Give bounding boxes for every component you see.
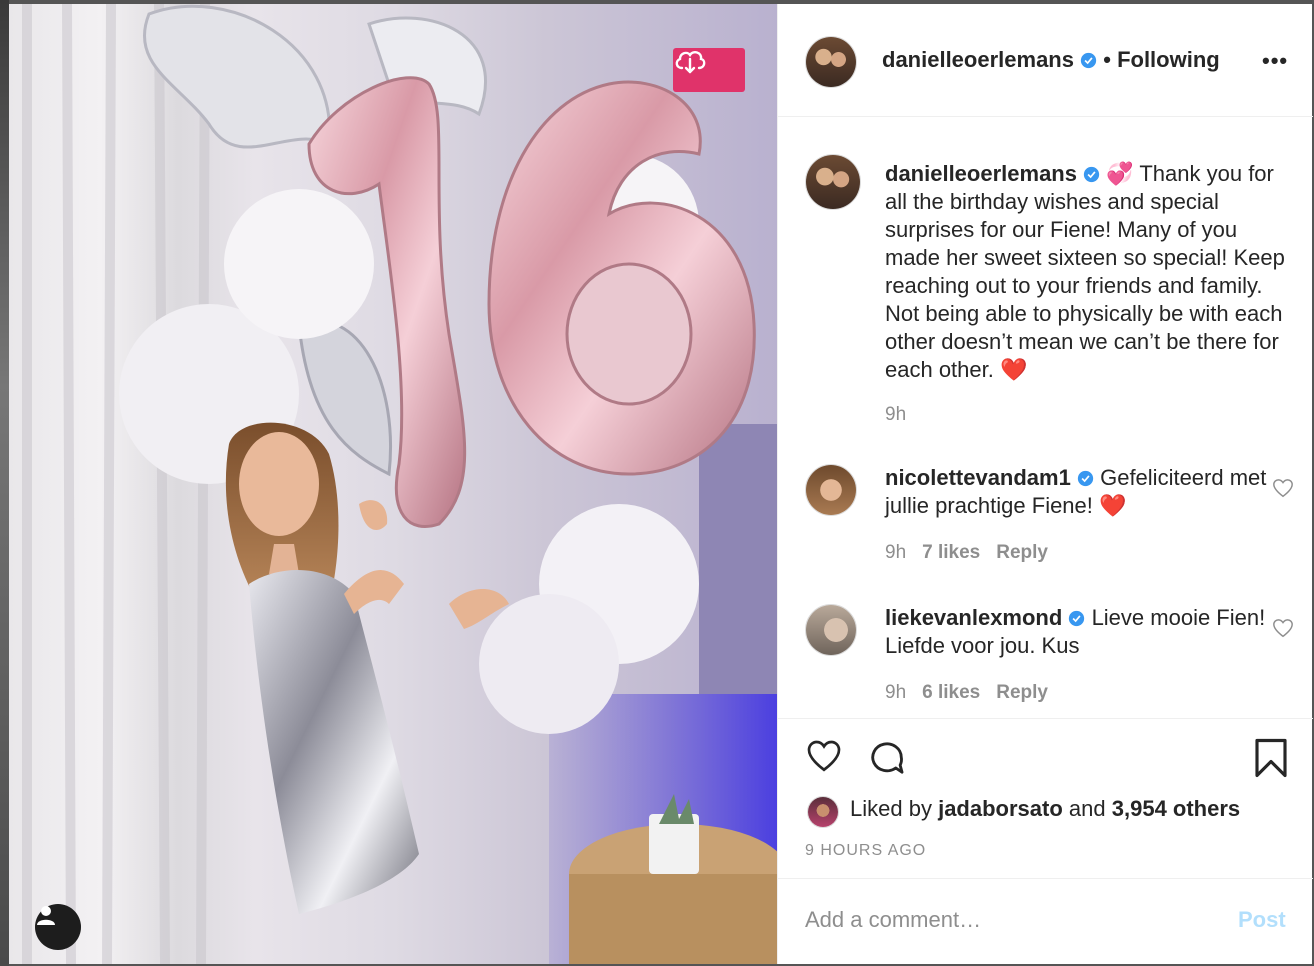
caption-time[interactable]: 9h — [885, 404, 906, 426]
caption-text-block: danielleoerlemans 💞 Thank you for all th… — [885, 160, 1295, 384]
verified-icon — [1069, 610, 1085, 627]
comment-meta: 9h 6 likes Reply — [885, 682, 1048, 704]
comment-time[interactable]: 9h — [885, 682, 906, 703]
post-header: danielleoerlemans • Following ••• — [778, 4, 1313, 117]
caption-emoji: 💞 — [1106, 161, 1134, 186]
download-cloud-icon — [675, 51, 706, 74]
post-sidebar: danielleoerlemans • Following ••• daniel… — [777, 4, 1313, 964]
comment-avatar[interactable] — [805, 604, 857, 656]
comment-time[interactable]: 9h — [885, 542, 906, 563]
verified-icon — [1077, 470, 1094, 487]
likes-and: and — [1068, 796, 1106, 821]
background-strip — [0, 0, 9, 966]
verified-icon — [1080, 52, 1097, 69]
caption-avatar[interactable] — [805, 154, 861, 210]
comment-text-block: liekevanlexmond Lieve mooie Fien! Liefde… — [885, 604, 1295, 660]
reply-button[interactable]: Reply — [996, 682, 1048, 703]
post-comment-button[interactable]: Post — [1238, 907, 1286, 933]
comment-meta: 9h 7 likes Reply — [885, 542, 1048, 564]
reply-button[interactable]: Reply — [996, 542, 1048, 563]
comment-likes[interactable]: 7 likes — [922, 542, 980, 563]
likes-count[interactable]: 3,954 others — [1112, 796, 1240, 821]
post-timestamp[interactable]: 9 HOURS AGO — [805, 842, 926, 860]
author-avatar[interactable] — [805, 36, 857, 88]
download-button[interactable] — [673, 48, 745, 92]
liker-avatar[interactable] — [807, 796, 839, 828]
bookmark-icon[interactable] — [1253, 737, 1289, 779]
profile-fab[interactable] — [35, 904, 81, 950]
comment-avatar[interactable] — [805, 464, 857, 516]
comment-text-block: nicolettevandam1 Gefeliciteerd met julli… — [885, 464, 1295, 520]
user-icon — [37, 906, 55, 925]
like-heart-icon[interactable] — [805, 739, 843, 775]
caption-text: Thank you for all the birthday wishes an… — [885, 161, 1285, 382]
comment-likes[interactable]: 6 likes — [922, 682, 980, 703]
add-comment-bar: Add a comment… Post — [778, 878, 1313, 964]
more-options-button[interactable]: ••• — [1262, 48, 1288, 74]
caption-username[interactable]: danielleoerlemans — [885, 161, 1077, 186]
comments-list: danielleoerlemans 💞 Thank you for all th… — [778, 118, 1313, 718]
comment-like-heart-icon[interactable] — [1272, 478, 1294, 500]
photo-illustration — [22, 4, 777, 964]
post-photo — [9, 4, 777, 964]
post-actions: Liked by jadaborsato and 3,954 others 9 … — [778, 718, 1313, 878]
verified-icon — [1083, 166, 1100, 183]
comment-input[interactable]: Add a comment… — [805, 907, 981, 933]
follow-button[interactable]: Following — [1117, 47, 1220, 72]
window-frame: danielleoerlemans • Following ••• daniel… — [0, 0, 1314, 966]
likes-prefix: Liked by — [850, 796, 932, 821]
comment-username[interactable]: nicolettevandam1 — [885, 465, 1071, 490]
header-author: danielleoerlemans • Following — [882, 47, 1220, 72]
likes-summary: Liked by jadaborsato and 3,954 others — [850, 796, 1240, 822]
comment-like-heart-icon[interactable] — [1272, 618, 1294, 640]
comment-username[interactable]: liekevanlexmond — [885, 605, 1062, 630]
liker-username[interactable]: jadaborsato — [938, 796, 1063, 821]
comment-icon[interactable] — [868, 739, 906, 777]
author-username[interactable]: danielleoerlemans — [882, 47, 1074, 72]
